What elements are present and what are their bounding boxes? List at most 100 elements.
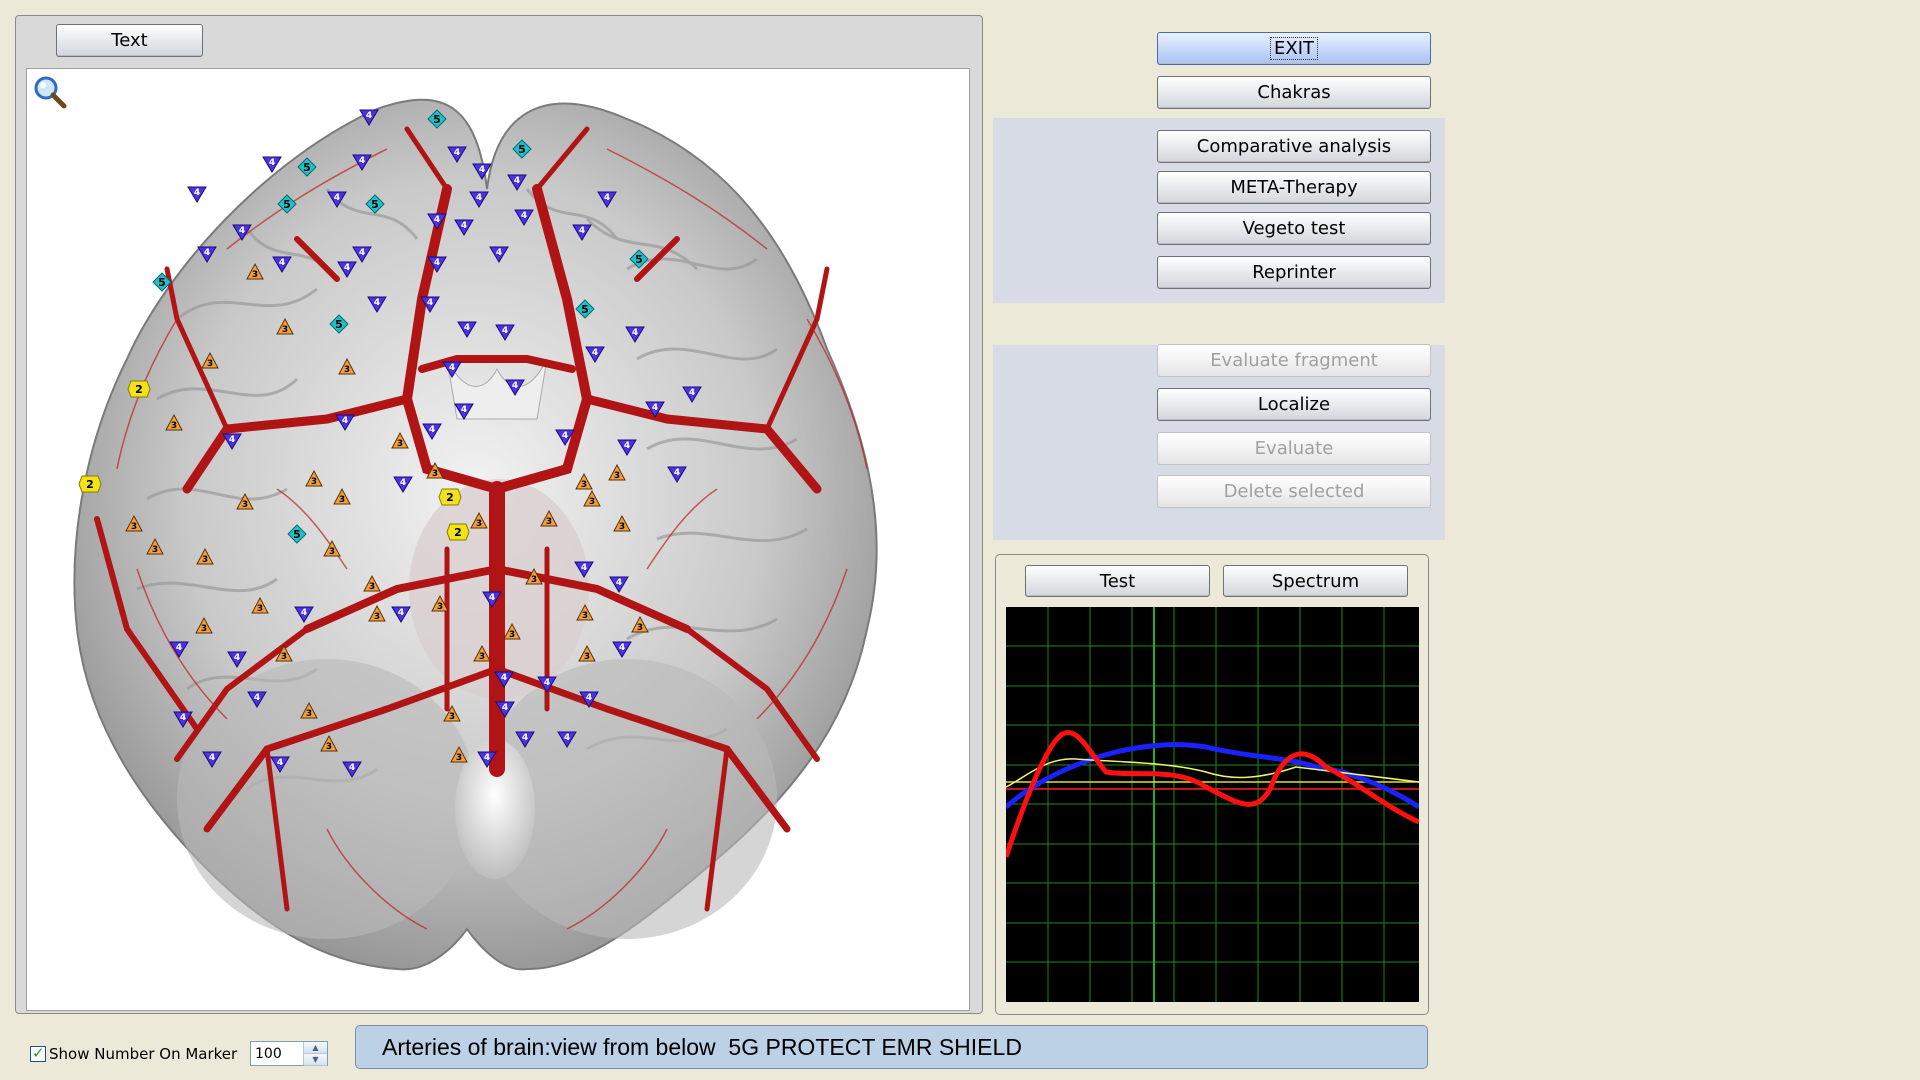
zoom-stepper[interactable]: ▲ ▼	[250, 1041, 328, 1066]
svg-text:3: 3	[456, 753, 462, 763]
localize-button[interactable]: Localize	[1157, 388, 1431, 421]
svg-text:4: 4	[209, 753, 215, 763]
marker-4[interactable]: 4	[187, 186, 207, 203]
svg-text:4: 4	[632, 328, 638, 338]
spin-down-icon[interactable]: ▼	[304, 1054, 327, 1066]
svg-text:4: 4	[502, 326, 508, 336]
svg-text:4: 4	[254, 693, 260, 703]
chakras-button[interactable]: Chakras	[1157, 76, 1431, 109]
svg-text:5: 5	[371, 198, 379, 211]
svg-text:2: 2	[135, 383, 143, 396]
svg-text:4: 4	[434, 258, 440, 268]
svg-text:4: 4	[522, 733, 528, 743]
svg-text:4: 4	[579, 226, 585, 236]
svg-text:4: 4	[619, 643, 625, 653]
svg-text:4: 4	[229, 435, 235, 445]
brain-arteries-image[interactable]: 5 5 5 5 5 5 5 5 5 5 2 2 2 2 4 4 4 4 4 4 4 4 4 4 4 4…	[27, 69, 970, 1011]
svg-text:4: 4	[359, 156, 365, 166]
svg-text:4: 4	[359, 248, 365, 258]
svg-text:4: 4	[461, 405, 467, 415]
svg-text:5: 5	[581, 303, 589, 316]
exit-label: EXIT	[1269, 37, 1318, 60]
svg-text:3: 3	[202, 555, 208, 565]
svg-text:3: 3	[509, 630, 515, 640]
viewer-panel: Text 5 5 5 5 5 5 5 5 5 5 2 2 2 2 4 4 4 4…	[15, 15, 983, 1014]
svg-text:4: 4	[514, 176, 520, 186]
svg-text:3: 3	[207, 359, 213, 369]
brain-image-area[interactable]: 5 5 5 5 5 5 5 5 5 5 2 2 2 2 4 4 4 4 4 4 4 4 4 4 4 4…	[26, 68, 970, 1011]
svg-text:4: 4	[476, 193, 482, 203]
svg-text:4: 4	[479, 165, 485, 175]
svg-text:4: 4	[489, 593, 495, 603]
svg-text:3: 3	[369, 582, 375, 592]
spin-up-icon[interactable]: ▲	[304, 1042, 327, 1054]
vegeto-test-button[interactable]: Vegeto test	[1157, 212, 1431, 245]
spectrum-button[interactable]: Spectrum	[1223, 565, 1408, 597]
svg-text:4: 4	[277, 758, 283, 768]
evaluate-button[interactable]: Evaluate	[1157, 432, 1431, 465]
svg-text:4: 4	[301, 608, 307, 618]
svg-text:3: 3	[329, 547, 335, 557]
evaluate-fragment-button[interactable]: Evaluate fragment	[1157, 344, 1431, 377]
svg-text:4: 4	[234, 653, 240, 663]
test-button[interactable]: Test	[1025, 565, 1210, 597]
zoom-spin[interactable]: ▲ ▼	[303, 1042, 327, 1066]
svg-text:4: 4	[204, 248, 210, 258]
svg-text:4: 4	[400, 478, 406, 488]
marker-2: 2	[78, 475, 102, 493]
svg-text:4: 4	[334, 193, 340, 203]
marker-2: 2	[446, 523, 470, 541]
marker-2: 2	[438, 488, 462, 506]
svg-text:3: 3	[449, 712, 455, 722]
svg-text:4: 4	[496, 248, 502, 258]
show-number-label: Show Number On Marker	[49, 1045, 238, 1063]
svg-text:4: 4	[449, 363, 455, 373]
svg-text:4: 4	[501, 673, 507, 683]
svg-text:4: 4	[434, 215, 440, 225]
svg-text:3: 3	[339, 495, 345, 505]
magnifier-icon[interactable]	[33, 75, 67, 109]
svg-text:4: 4	[176, 643, 182, 653]
svg-text:4: 4	[366, 111, 372, 121]
meta-therapy-button[interactable]: META-Therapy	[1157, 171, 1431, 204]
svg-text:3: 3	[344, 365, 350, 375]
checkbox-box[interactable]	[30, 1044, 46, 1062]
svg-text:4: 4	[586, 693, 592, 703]
svg-text:3: 3	[242, 500, 248, 510]
svg-text:4: 4	[461, 221, 467, 231]
marker-2: 2	[127, 380, 151, 398]
svg-text:5: 5	[158, 276, 166, 289]
svg-text:4: 4	[239, 226, 245, 236]
caption-bar: Arteries of brain:view from below 5G PRO…	[355, 1025, 1428, 1069]
svg-text:3: 3	[619, 522, 625, 532]
text-button[interactable]: Text	[56, 24, 203, 57]
svg-text:5: 5	[433, 113, 441, 126]
svg-text:3: 3	[637, 623, 643, 633]
exit-button[interactable]: EXIT	[1157, 32, 1431, 65]
caption-text: Arteries of brain:view from below 5G PRO…	[382, 1033, 1022, 1060]
svg-text:3: 3	[589, 497, 595, 507]
svg-text:4: 4	[564, 733, 570, 743]
svg-text:4: 4	[674, 468, 680, 478]
comparative-analysis-button[interactable]: Comparative analysis	[1157, 130, 1431, 163]
svg-text:4: 4	[342, 416, 348, 426]
svg-text:5: 5	[635, 253, 643, 266]
svg-text:4: 4	[604, 193, 610, 203]
spectrum-graph	[1006, 607, 1419, 1002]
svg-text:4: 4	[180, 713, 186, 723]
reprinter-button[interactable]: Reprinter	[1157, 256, 1431, 289]
svg-text:3: 3	[479, 652, 485, 662]
svg-text:3: 3	[152, 545, 158, 555]
delete-selected-button[interactable]: Delete selected	[1157, 475, 1431, 508]
svg-text:3: 3	[252, 270, 258, 280]
svg-text:3: 3	[201, 624, 207, 634]
svg-text:3: 3	[281, 652, 287, 662]
svg-text:4: 4	[652, 403, 658, 413]
zoom-input[interactable]	[251, 1042, 303, 1065]
svg-text:5: 5	[335, 318, 343, 331]
show-number-checkbox[interactable]: Show Number On Marker	[30, 1044, 238, 1063]
svg-text:2: 2	[86, 478, 94, 491]
svg-text:4: 4	[344, 263, 350, 273]
svg-text:3: 3	[282, 325, 288, 335]
svg-text:3: 3	[584, 652, 590, 662]
